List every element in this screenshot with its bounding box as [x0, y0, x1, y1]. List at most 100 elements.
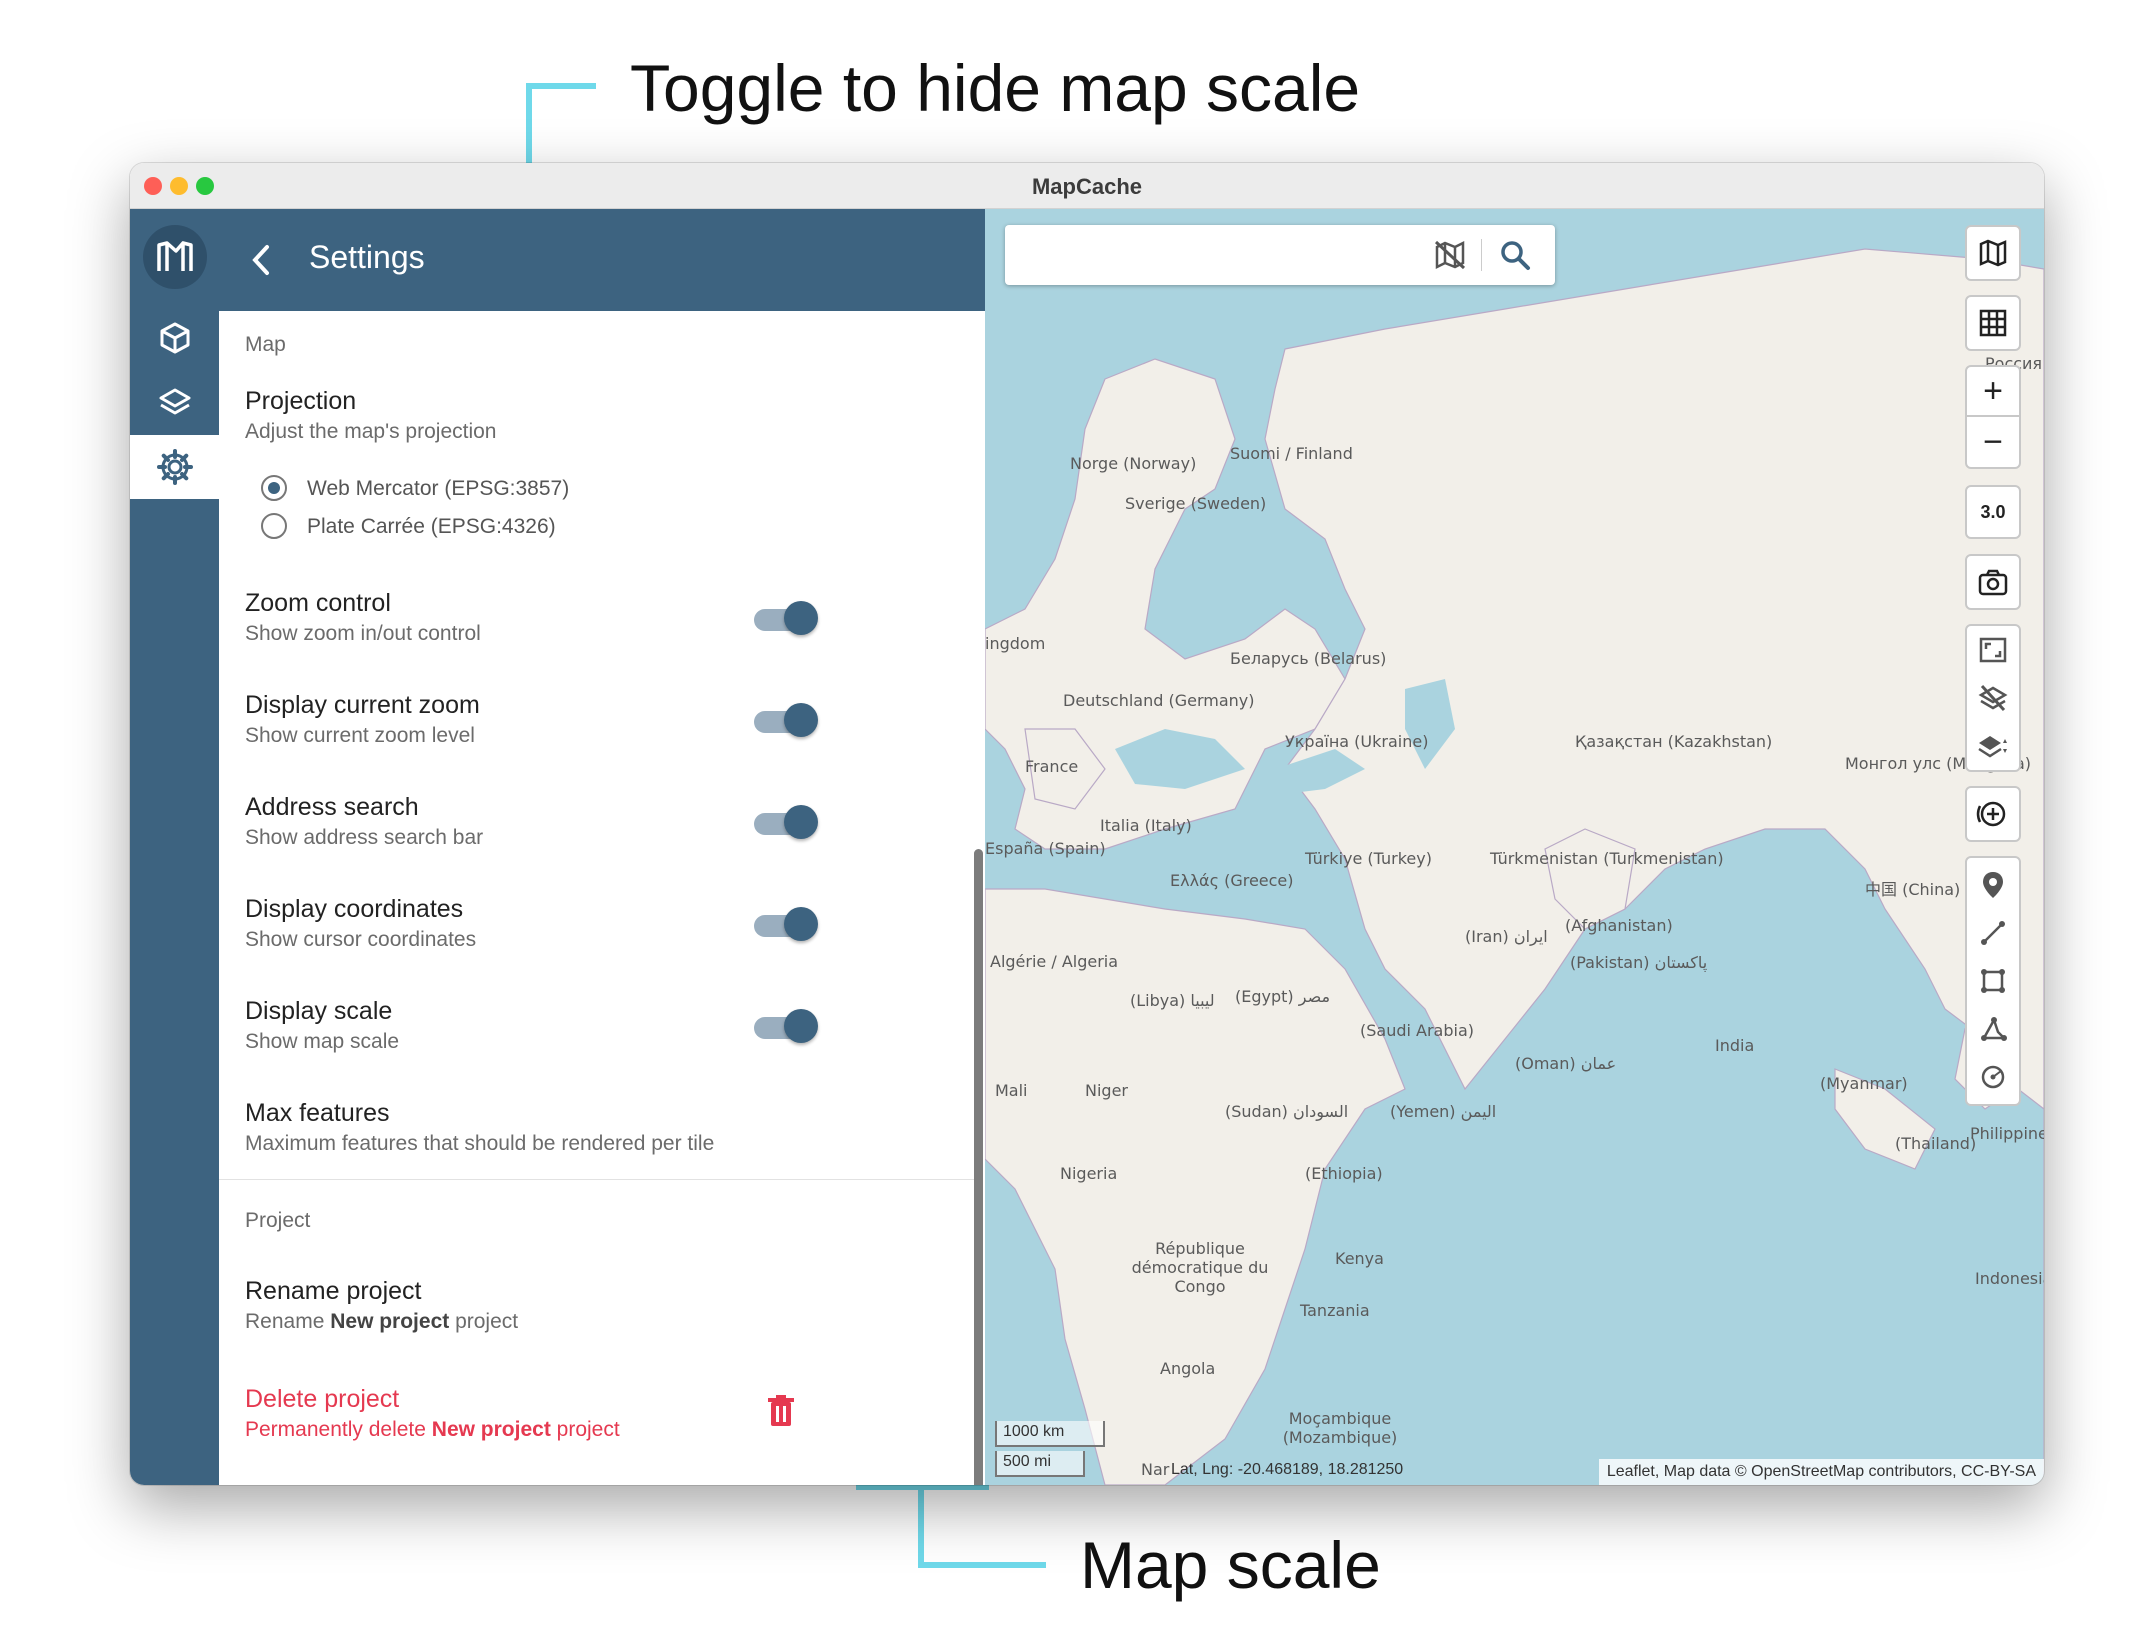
rename-project-subtitle: Rename New project project: [245, 1310, 519, 1333]
map-label: (Afghanistan): [1565, 916, 1673, 935]
map-label: (Ethiopia): [1305, 1164, 1383, 1183]
add-circle-icon: [1976, 801, 2006, 827]
cube-icon: [160, 322, 189, 354]
map-label: Mali: [995, 1081, 1028, 1100]
map-label: Қазақстан (Kazakhstan): [1575, 732, 1773, 751]
section-project-label: Project: [245, 1209, 311, 1232]
map-label: Nigeria: [1060, 1164, 1118, 1183]
rename-project-title[interactable]: Rename project: [245, 1277, 421, 1306]
map-label: France: [1025, 757, 1079, 776]
map-label: Angola: [1160, 1359, 1216, 1378]
map-label: Italia (Italy): [1100, 816, 1192, 835]
zoom-level-indicator: 3.0: [1965, 485, 2021, 539]
map-label: Kenya: [1335, 1249, 1384, 1268]
radio-web-mercator-label: Web Mercator (EPSG:3857): [307, 477, 570, 500]
max-features-title[interactable]: Max features: [245, 1099, 390, 1128]
map-label: (Iran) ایران: [1465, 927, 1548, 946]
hide-layers-button[interactable]: [1967, 674, 2019, 722]
address-search-input[interactable]: [1015, 235, 1415, 275]
map-label: (Yemen) اليمن: [1390, 1102, 1497, 1121]
map-label: Niger: [1085, 1081, 1128, 1100]
draw-line-button[interactable]: [1967, 909, 2019, 957]
map-label: Sverige (Sweden): [1125, 494, 1267, 513]
draw-circle-button[interactable]: [1967, 1053, 2019, 1101]
map-label: (Sudan) السودان: [1225, 1102, 1349, 1121]
settings-scrollbar[interactable]: [974, 849, 983, 1485]
cursor-coordinates: Lat, Lng: -20.468189, 18.281250: [1171, 1461, 1404, 1478]
rail-item-layers[interactable]: [130, 370, 219, 434]
address-search-toggle[interactable]: [754, 805, 818, 839]
callout-line-bottom-horizontal: [918, 1562, 1046, 1568]
annotation-bottom-label: Map scale: [1080, 1528, 1381, 1602]
section-divider: [219, 1179, 979, 1180]
trash-icon[interactable]: [766, 1394, 796, 1428]
rectangle-icon: [1981, 969, 2005, 993]
search-icon[interactable]: [1499, 239, 1531, 271]
map-view[interactable]: Norge (Norway) Suomi / Finland Sverige (…: [985, 209, 2044, 1485]
map-pin-icon: [1983, 872, 2003, 898]
map-scale-mi: 500 mi: [995, 1451, 1085, 1477]
radio-plate-carree[interactable]: [261, 513, 287, 539]
draw-tools: [1965, 856, 2021, 1106]
map-scale-km: 1000 km: [995, 1421, 1105, 1447]
settings-header: Settings: [219, 209, 985, 311]
grid-icon: [1979, 309, 2007, 337]
screenshot-button[interactable]: [1965, 554, 2021, 610]
zoom-control: + −: [1965, 365, 2021, 469]
window-title: MapCache: [1031, 174, 1143, 199]
draw-point-button[interactable]: [1967, 861, 2019, 909]
address-search-title: Address search: [245, 793, 419, 821]
add-data-button[interactable]: [1965, 786, 2021, 842]
display-scale-title: Display scale: [245, 997, 393, 1025]
map-label: Deutschland (Germany): [1063, 691, 1255, 710]
delete-project-title[interactable]: Delete project: [245, 1385, 399, 1414]
rail-item-geopackages[interactable]: [130, 306, 219, 370]
nav-rail: [130, 209, 219, 1485]
display-coordinates-title: Display coordinates: [245, 895, 464, 923]
display-coordinates-toggle[interactable]: [754, 907, 818, 941]
line-icon: [1981, 921, 2005, 945]
draw-rectangle-button[interactable]: [1967, 957, 2019, 1005]
map-label: Philippines: [1970, 1124, 2044, 1143]
fit-extent-button[interactable]: [1967, 626, 2019, 674]
zoom-control-toggle[interactable]: [754, 601, 818, 635]
map-attribution[interactable]: Leaflet, Map data © OpenStreetMap contri…: [1598, 1459, 2044, 1485]
annotation-top-label: Toggle to hide map scale: [630, 51, 1361, 125]
settings-panel: Settings Map Projection Adjust the map's…: [219, 209, 985, 1485]
map-label: Suomi / Finland: [1230, 444, 1353, 463]
back-chevron-icon[interactable]: [247, 243, 277, 277]
max-features-subtitle: Maximum features that should be rendered…: [245, 1132, 715, 1155]
layer-order-button[interactable]: [1967, 722, 2019, 770]
extent-icon: [1979, 637, 2007, 663]
projection-subtitle: Adjust the map's projection: [245, 420, 497, 443]
gear-icon: [156, 449, 193, 485]
zoom-control-subtitle: Show zoom in/out control: [245, 622, 481, 645]
map-label: Tanzania: [1300, 1301, 1370, 1320]
display-scale-toggle[interactable]: [754, 1009, 818, 1043]
zoom-in-button[interactable]: +: [1967, 367, 2019, 417]
radio-web-mercator[interactable]: [261, 475, 287, 501]
rail-item-settings[interactable]: [130, 435, 219, 499]
display-zoom-toggle[interactable]: [754, 703, 818, 737]
basemap-button[interactable]: [1965, 225, 2021, 281]
map-label: Algérie / Algeria: [990, 952, 1119, 971]
map-label: Ελλάς (Greece): [1170, 871, 1294, 890]
display-zoom-subtitle: Show current zoom level: [245, 724, 475, 747]
callout-line-top-horizontal: [526, 83, 596, 89]
display-scale-subtitle: Show map scale: [245, 1030, 400, 1053]
display-zoom-title: Display current zoom: [245, 691, 480, 719]
grid-overlay-button[interactable]: [1965, 295, 2021, 351]
map-label: (Myanmar): [1820, 1074, 1908, 1093]
mapcache-logo-icon[interactable]: [143, 225, 207, 289]
zoom-control-title: Zoom control: [245, 589, 391, 617]
map-hide-icon[interactable]: [1433, 239, 1467, 271]
polygon-icon: [1981, 1016, 2008, 1041]
address-search-subtitle: Show address search bar: [245, 826, 484, 849]
address-search-bar[interactable]: [1005, 225, 1555, 285]
layers-sort-icon: [1978, 736, 2007, 758]
draw-polygon-button[interactable]: [1967, 1005, 2019, 1053]
layers-off-icon: [1978, 684, 2008, 712]
zoom-out-button[interactable]: −: [1967, 417, 2019, 467]
map-label: Україна (Ukraine): [1285, 732, 1429, 751]
map-label: Türkmenistan (Turkmenistan): [1490, 849, 1724, 868]
